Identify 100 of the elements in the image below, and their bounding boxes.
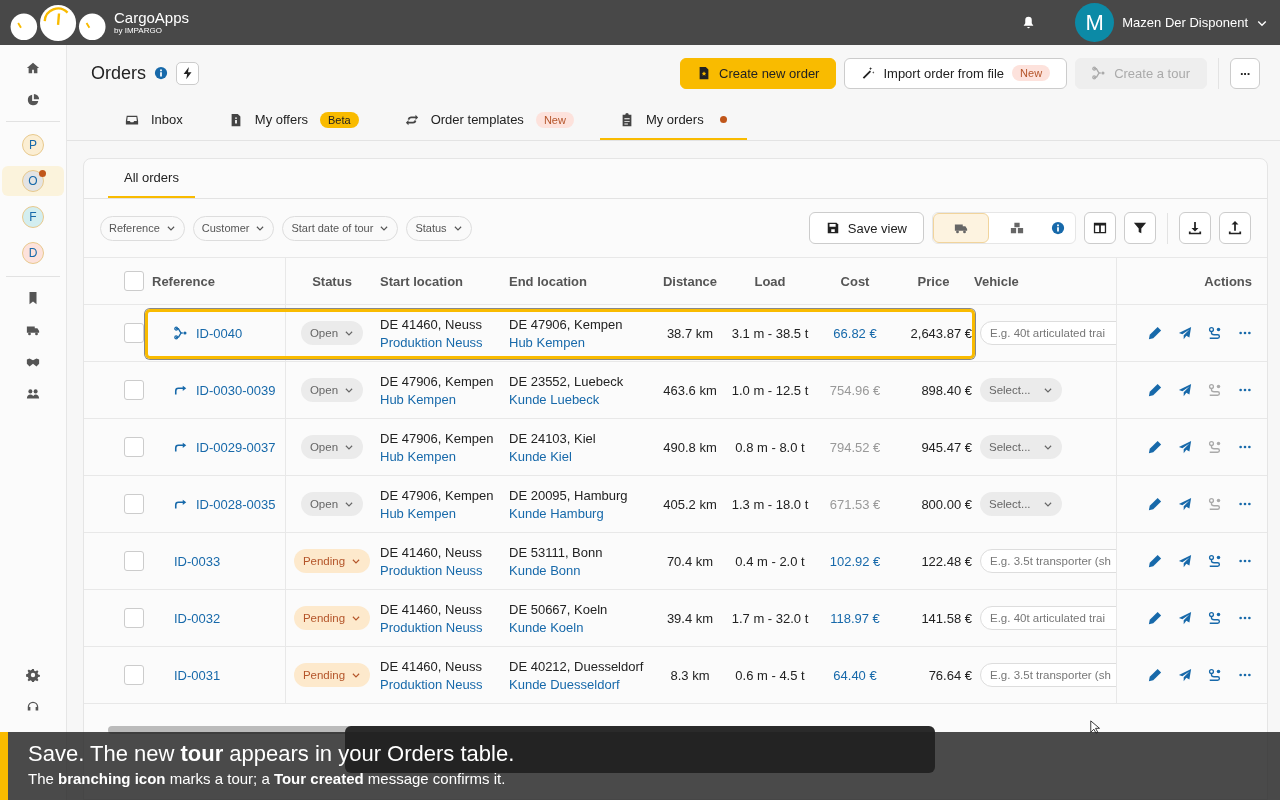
order-state-dropdown[interactable]: Open [300,378,364,402]
filter-dropdown[interactable]: Reference [100,215,185,241]
filter-dropdown[interactable]: Status [406,215,472,241]
edit-button[interactable] [1148,554,1162,568]
checkbox[interactable] [124,494,144,514]
filter-button[interactable] [1124,212,1156,244]
table-cell: 122.48 € [921,553,972,569]
tab[interactable]: Inbox [105,101,203,140]
columns-button[interactable] [1084,212,1116,244]
route-button[interactable] [1208,668,1222,682]
chevron-down-icon [1042,499,1053,509]
user-menu[interactable]: M Mazen Der Disponent [1075,3,1268,42]
checkbox[interactable] [124,665,144,685]
edit-button[interactable] [1148,440,1162,454]
create-order-button[interactable]: Create new order [680,57,837,89]
app-switch-item[interactable]: D [2,238,64,268]
checkbox[interactable] [124,437,144,457]
order-state-dropdown[interactable]: Open [300,492,364,516]
more-button[interactable]: ··· [1230,57,1260,89]
checkbox[interactable] [124,551,144,571]
send-button[interactable] [1178,497,1192,511]
tab[interactable]: My orders [599,101,747,140]
location-link[interactable]: Kunde Kiel [509,448,572,464]
order-state-dropdown[interactable]: Pending [293,606,371,630]
location-link[interactable]: Produktion Neuss [380,562,483,578]
location-link[interactable]: Kunde Duesseldorf [509,676,620,692]
table-cell: 76.64 € [928,667,972,683]
edit-button[interactable] [1148,497,1162,511]
order-link[interactable]: ID-0029-0037 [196,439,276,455]
location-link[interactable]: Kunde Bonn [509,562,581,578]
checkbox[interactable] [124,271,144,291]
location-link[interactable]: Hub Kempen [509,334,585,350]
checkbox[interactable] [124,380,144,400]
order-state-dropdown[interactable]: Open [300,321,364,345]
import-order-button[interactable]: Import order from file New [844,57,1068,89]
order-state-dropdown[interactable]: Open [300,435,364,459]
checkbox[interactable] [124,608,144,628]
order-link[interactable]: ID-0033 [174,553,221,569]
filter-dropdown[interactable]: Start date of tour [282,215,399,241]
location-link[interactable]: Kunde Koeln [509,619,584,635]
cost-value: 64.40 € [833,667,877,683]
vehicle-dropdown[interactable]: Select... [980,378,1062,402]
info-icon[interactable] [1051,221,1065,235]
app-switch-item[interactable]: P [2,130,64,160]
chevron-down-icon [351,670,362,680]
send-button[interactable] [1178,554,1192,568]
send-button[interactable] [1178,326,1192,340]
vehicle-dropdown[interactable]: Select... [980,492,1062,516]
tab[interactable]: All orders [108,159,195,198]
route-button[interactable] [1208,554,1222,568]
location-link[interactable]: Hub Kempen [380,505,456,521]
filter-icon [1133,221,1147,235]
download-button[interactable] [1179,212,1211,244]
order-state-dropdown[interactable]: Pending [293,663,371,687]
order-state-dropdown[interactable]: Pending [293,549,371,573]
edit-button[interactable] [1148,326,1162,340]
send-button[interactable] [1178,440,1192,454]
checkbox[interactable] [124,323,144,343]
location-link[interactable]: Hub Kempen [380,391,456,407]
location-link[interactable]: Kunde Luebeck [509,391,600,407]
order-link[interactable]: ID-0028-0035 [196,496,276,512]
location-link[interactable]: Produktion Neuss [380,619,483,635]
location-link[interactable]: Hub Kempen [380,448,456,464]
vehicle-input[interactable]: E.g. 3.5t transporter (sh [980,663,1116,687]
send-button[interactable] [1178,383,1192,397]
edit-button[interactable] [1148,668,1162,682]
vehicle-input[interactable]: E.g. 3.5t transporter (sh [980,549,1116,573]
location-link[interactable]: Kunde Hamburg [509,505,604,521]
route-icon [1208,497,1222,511]
quick-action-button[interactable] [176,61,199,85]
send-button[interactable] [1178,668,1192,682]
save-view-button[interactable]: Save view [808,212,924,244]
app-switch-item[interactable]: O [2,166,64,196]
edit-button[interactable] [1148,383,1162,397]
route-button[interactable] [1208,326,1222,340]
chevron-down-icon [344,385,355,395]
order-link[interactable]: ID-0040 [196,325,243,341]
vehicle-input[interactable]: E.g. 40t articulated trai [980,606,1116,630]
upload-button[interactable] [1219,212,1251,244]
location-link[interactable]: Produktion Neuss [380,334,483,350]
order-link[interactable]: ID-0032 [174,610,221,626]
vehicle-dropdown[interactable]: Select... [980,435,1062,459]
table-cell: 800.00 € [921,496,972,512]
tab[interactable]: My offers Beta [208,101,379,140]
vehicle-input[interactable]: E.g. 40t articulated trai [980,321,1116,345]
view-option[interactable] [933,213,989,243]
order-link[interactable]: ID-0030-0039 [196,382,276,398]
send-button[interactable] [1178,611,1192,625]
edit-button[interactable] [1148,611,1162,625]
filter-dropdown[interactable]: Customer [192,215,275,241]
route-button[interactable] [1208,611,1222,625]
column-header: Start location [380,273,464,289]
address-text: DE 53111, Bonn [509,544,603,560]
order-link[interactable]: ID-0031 [174,667,221,683]
chevron-down-icon [1042,385,1053,395]
app-switch-item[interactable]: F [2,202,64,232]
tab[interactable]: Order templates New [384,101,594,140]
location-link[interactable]: Produktion Neuss [380,676,483,692]
chevron-down-icon [344,328,355,338]
bell-icon[interactable] [1022,16,1036,29]
